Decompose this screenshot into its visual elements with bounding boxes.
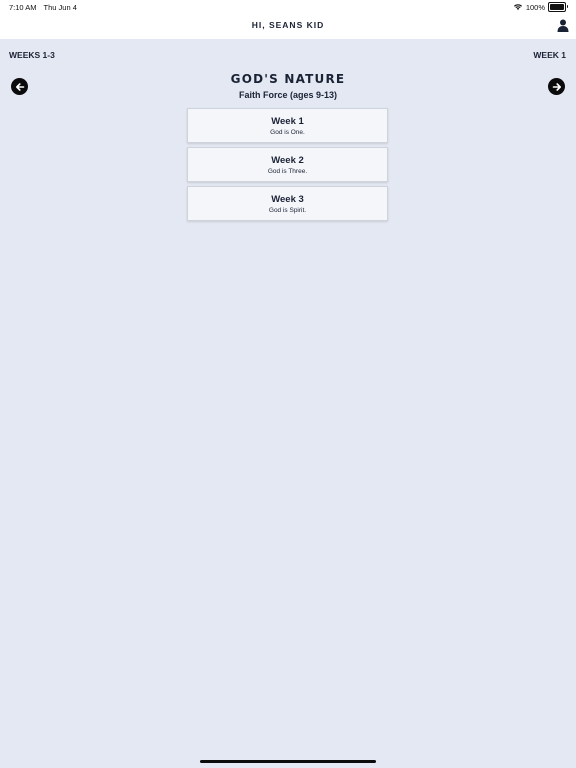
status-time: 7:10 AM bbox=[9, 3, 37, 12]
battery-icon bbox=[548, 2, 568, 12]
top-bar: 7:10 AM Thu Jun 4 100% HI, SEANS KID bbox=[0, 0, 576, 39]
week-title: Week 2 bbox=[271, 154, 304, 166]
status-bar-left: 7:10 AM Thu Jun 4 bbox=[9, 3, 77, 12]
series-title: GOD'S NATURE bbox=[230, 72, 346, 86]
weeks-range-label: WEEKS 1-3 bbox=[9, 50, 55, 60]
week-subtitle: God is One. bbox=[270, 128, 305, 136]
status-bar-right: 100% bbox=[513, 2, 568, 12]
series-subtitle: Faith Force (ages 9-13) bbox=[238, 90, 338, 100]
week-card-2[interactable]: Week 2 God is Three. bbox=[187, 147, 388, 182]
status-date: Thu Jun 4 bbox=[43, 3, 77, 12]
person-icon[interactable] bbox=[557, 19, 569, 32]
current-week-label: WEEK 1 bbox=[533, 50, 566, 60]
week-card-3[interactable]: Week 3 God is Spirit. bbox=[187, 186, 388, 221]
week-subtitle: God is Spirit. bbox=[268, 206, 307, 214]
week-card-1[interactable]: Week 1 God is One. bbox=[187, 108, 388, 143]
home-indicator[interactable] bbox=[200, 760, 376, 763]
wifi-icon bbox=[513, 4, 522, 10]
week-title: Week 1 bbox=[271, 115, 304, 127]
week-subtitle: God is Three. bbox=[267, 167, 308, 175]
battery-percent: 100% bbox=[525, 2, 545, 12]
greeting-title: HI, SEANS KID bbox=[251, 20, 325, 30]
week-list: Week 1 God is One. Week 2 God is Three. … bbox=[187, 108, 388, 225]
week-title: Week 3 bbox=[271, 193, 304, 205]
